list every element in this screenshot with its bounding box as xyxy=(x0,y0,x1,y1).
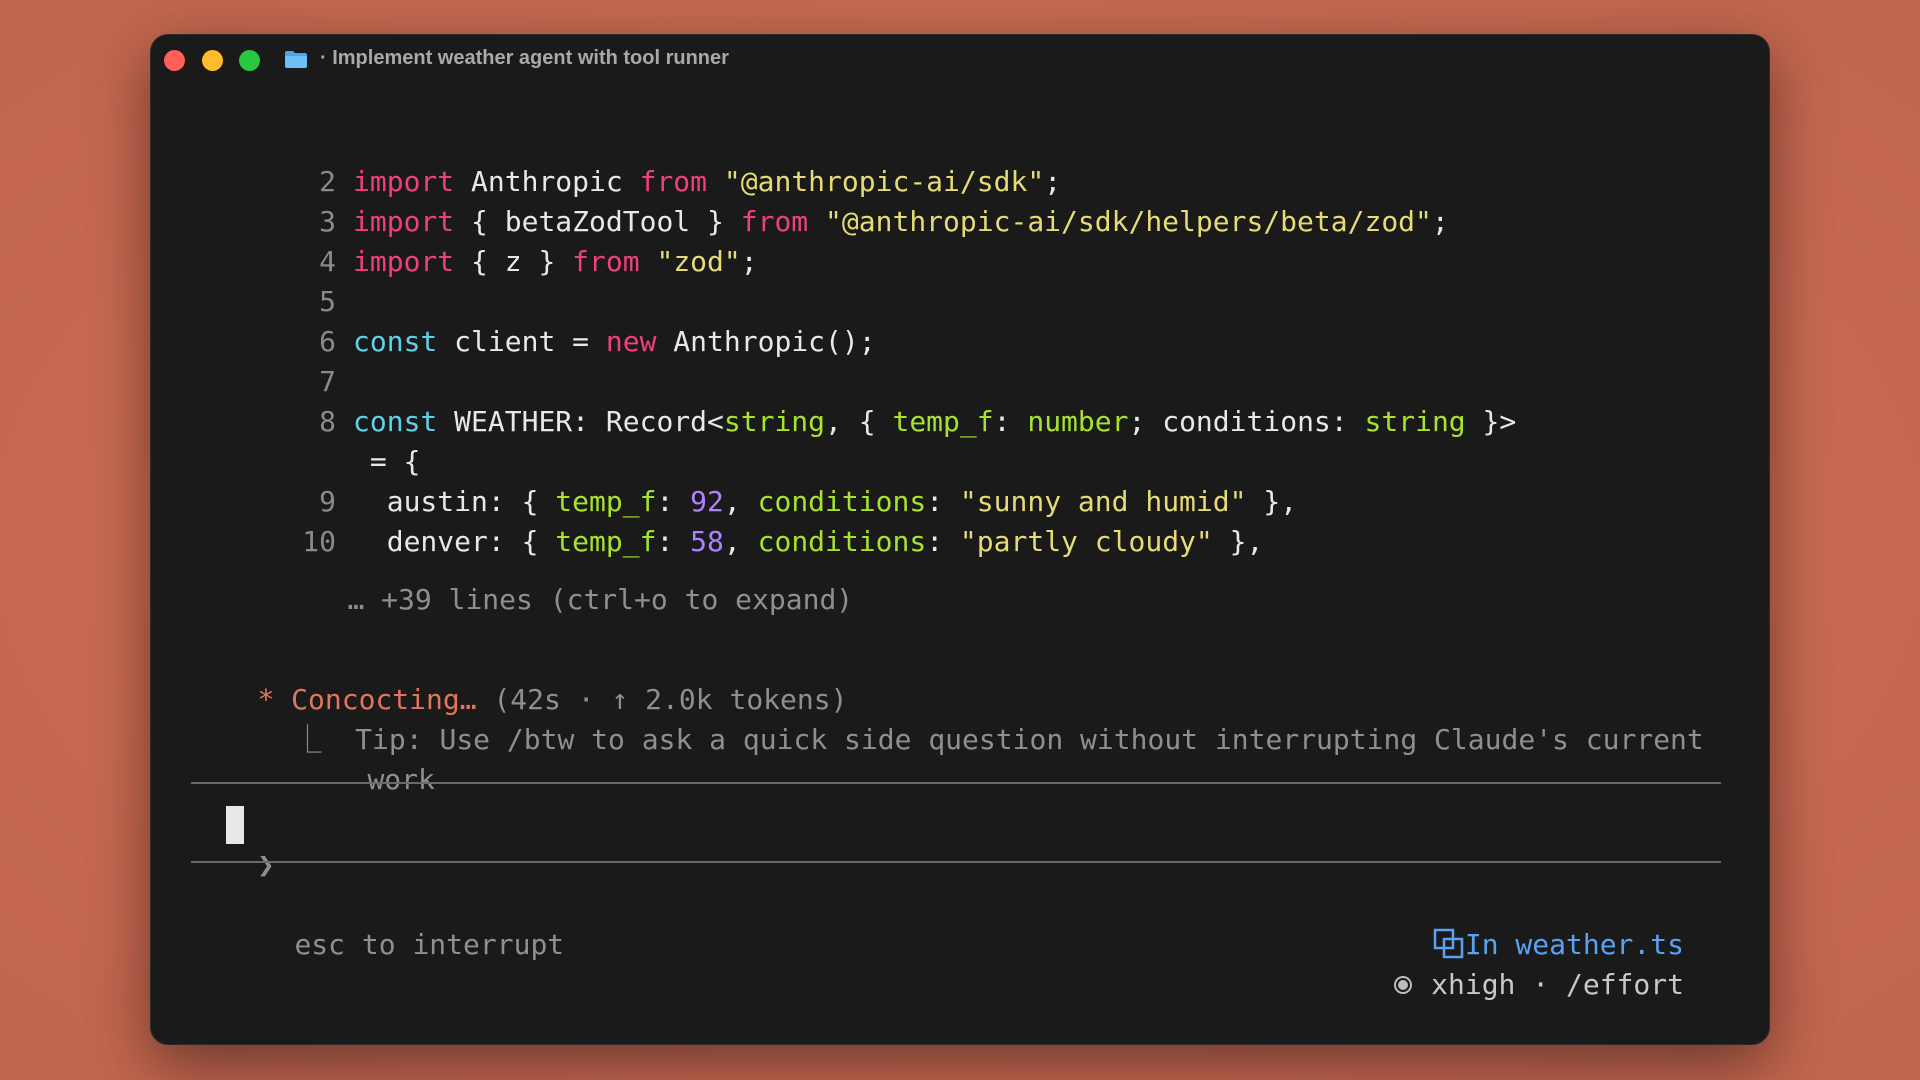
code-token: Anthropic(); xyxy=(656,325,876,358)
code-text: import { z } from "zod"; xyxy=(353,242,758,282)
code-token: const xyxy=(353,325,438,358)
code-token: conditions xyxy=(757,485,927,518)
effort-indicator[interactable]: xhigh · /effort xyxy=(1325,925,1684,1001)
code-token: }, xyxy=(1246,485,1298,518)
code-token: = { xyxy=(353,445,421,478)
code-token: "@anthropic-ai/sdk" xyxy=(723,165,1045,198)
code-text: austin: { temp_f: 92, conditions: "sunny… xyxy=(353,482,1297,522)
code-line: 7 xyxy=(150,362,1750,402)
code-token: temp_f xyxy=(555,485,657,518)
code-line: = { xyxy=(150,442,1750,482)
line-number: 6 xyxy=(319,325,336,358)
code-token: 92 xyxy=(690,485,724,518)
code-token: : xyxy=(926,525,960,558)
line-number: 5 xyxy=(319,285,336,318)
code-token: import xyxy=(353,165,455,198)
code-token: { z } xyxy=(454,245,573,278)
code-token: : xyxy=(656,485,691,518)
code-token: from xyxy=(639,165,708,198)
prompt-top-divider xyxy=(191,782,1721,784)
code-text: = { xyxy=(353,442,421,482)
window-title: · Implement weather agent with tool runn… xyxy=(320,47,729,69)
terminal-window: · Implement weather agent with tool runn… xyxy=(150,34,1770,1045)
code-token: }, xyxy=(1212,525,1264,558)
ide-file-indicator[interactable]: In weather.ts xyxy=(1365,885,1684,961)
code-text: import { betaZodTool } from "@anthropic-… xyxy=(353,202,1449,242)
code-token: , { xyxy=(825,405,893,438)
code-line: 6 const client = new Anthropic(); xyxy=(150,322,1750,362)
code-token: "@anthropic-ai/sdk/helpers/beta/zod" xyxy=(825,205,1432,238)
code-token: const xyxy=(353,405,438,438)
code-line: 8 const WEATHER: Record<string, { temp_f:… xyxy=(150,402,1750,442)
code-token: austin: { xyxy=(353,485,556,518)
code-token: Anthropic xyxy=(454,165,640,198)
line-number: 2 xyxy=(319,165,336,198)
code-token: new xyxy=(605,325,657,358)
code-token: client = xyxy=(437,325,606,358)
code-token: temp_f xyxy=(892,405,994,438)
code-token: WEATHER: Record< xyxy=(437,405,724,438)
code-token: ; conditions: xyxy=(1128,405,1365,438)
interrupt-hint: esc to interrupt xyxy=(294,928,565,961)
title-bar: · Implement weather agent with tool runn… xyxy=(150,34,1770,86)
code-text: const WEATHER: Record<string, { temp_f: … xyxy=(353,402,1516,442)
prompt-bottom-divider xyxy=(191,861,1721,863)
code-token: "zod" xyxy=(656,245,741,278)
effort-dot-icon xyxy=(1394,976,1413,994)
line-number: 8 xyxy=(319,405,336,438)
code-token: ; xyxy=(1431,205,1449,238)
tip-line-2: work xyxy=(367,763,435,796)
close-button[interactable] xyxy=(164,50,185,71)
code-text: import Anthropic from "@anthropic-ai/sdk… xyxy=(353,162,1061,202)
folder-icon xyxy=(285,51,307,68)
line-number: 4 xyxy=(319,245,336,278)
code-token: "partly cloudy" xyxy=(959,525,1213,558)
line-number: 9 xyxy=(319,485,336,518)
effort-label: xhigh · /effort xyxy=(1431,968,1684,1001)
code-token: : xyxy=(993,405,1028,438)
collapsed-lines-note[interactable]: … +39 lines (ctrl+o to expand) xyxy=(280,540,853,616)
tip-line-1: ⎿ Tip: Use /btw to ask a quick side ques… xyxy=(226,680,1703,756)
code-token: }> xyxy=(1465,405,1517,438)
code-line: 9 austin: { temp_f: 92, conditions: "sun… xyxy=(150,482,1750,522)
line-number: 7 xyxy=(319,365,336,398)
text-cursor xyxy=(226,806,244,844)
code-token: import xyxy=(353,245,455,278)
code-token: number xyxy=(1027,405,1129,438)
code-line: 5 xyxy=(150,282,1750,322)
code-token: "sunny and humid" xyxy=(959,485,1247,518)
code-token: string xyxy=(723,405,826,438)
minimize-button[interactable] xyxy=(202,50,223,71)
code-token: string xyxy=(1364,405,1466,438)
tip-text: Tip: Use /btw to ask a quick side questi… xyxy=(355,723,1704,756)
code-token: from xyxy=(572,245,640,278)
code-token: , xyxy=(723,485,758,518)
code-token: from xyxy=(740,205,809,238)
code-line: 3 import { betaZodTool } from "@anthropic… xyxy=(150,202,1750,242)
code-token: import xyxy=(353,205,455,238)
code-line: 2 import Anthropic from "@anthropic-ai/sd… xyxy=(150,162,1750,202)
code-text: const client = new Anthropic(); xyxy=(353,322,876,362)
code-token: { betaZodTool } xyxy=(454,205,741,238)
code-token: : xyxy=(926,485,960,518)
code-token: ; xyxy=(740,245,758,278)
line-number: 3 xyxy=(319,205,336,238)
code-token: ; xyxy=(1044,165,1062,198)
zoom-button[interactable] xyxy=(239,50,260,71)
code-line: 4 import { z } from "zod"; xyxy=(150,242,1750,282)
status-line: * Concocting… (42s · ↑ 2.0k tokens) xyxy=(190,640,847,716)
